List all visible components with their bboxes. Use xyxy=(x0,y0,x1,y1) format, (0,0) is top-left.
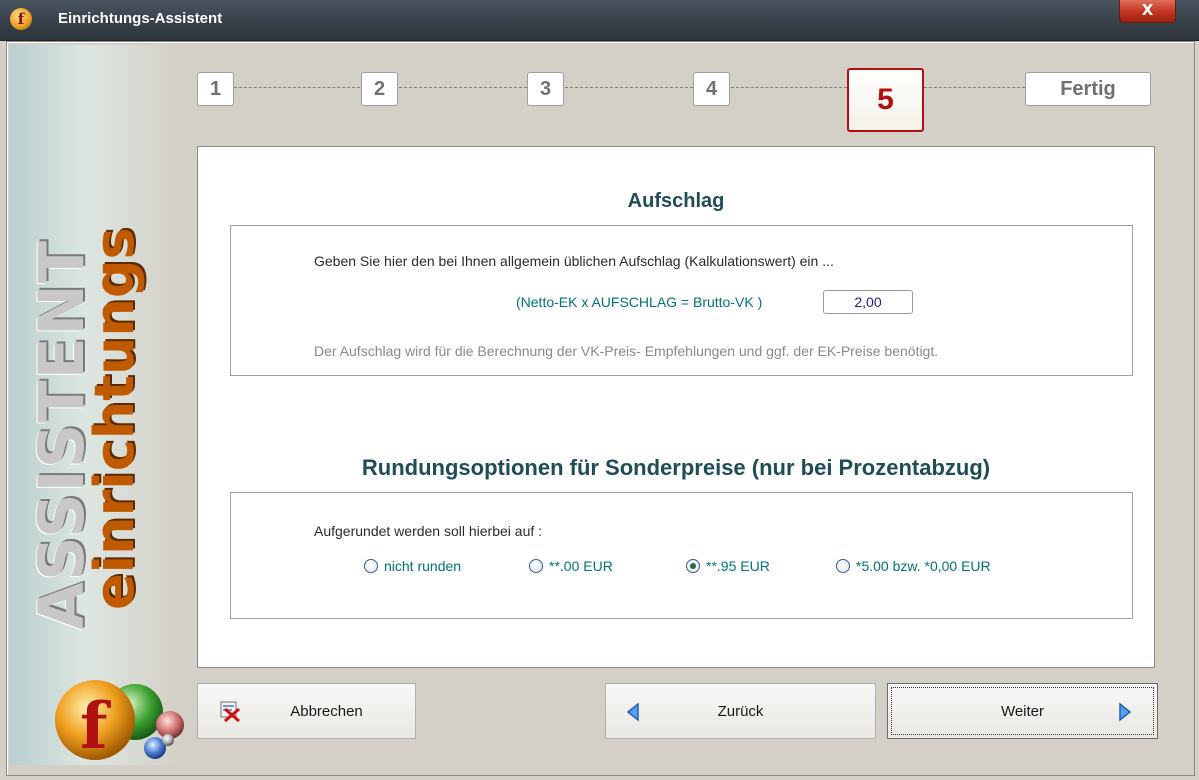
aufschlag-description: Geben Sie hier den bei Ihnen allgemein ü… xyxy=(314,253,834,269)
arrow-right-icon xyxy=(1119,702,1132,722)
rundung-group: Aufgerundet werden soll hierbei auf : ni… xyxy=(230,492,1133,619)
back-button[interactable]: Zurück xyxy=(605,683,876,739)
cancel-label: Abbrechen xyxy=(290,703,363,720)
title-bar: f Einrichtungs-Assistent X xyxy=(0,0,1199,41)
wizard-window: f Einrichtungs-Assistent X ASSISTENT ein… xyxy=(0,0,1199,776)
radio-95-eur[interactable]: **.95 EUR xyxy=(686,558,770,574)
radio-label: nicht runden xyxy=(384,558,462,574)
radio-nicht-runden[interactable]: nicht runden xyxy=(364,558,461,574)
radio-00-eur[interactable]: **.00 EUR xyxy=(529,558,613,574)
radio-circle-checked xyxy=(686,559,700,573)
radio-5-00-eur[interactable]: *5.00 bzw. *0,00 EUR xyxy=(836,558,991,574)
cancel-button[interactable]: Abbrechen xyxy=(197,683,416,739)
app-logo-icon: f xyxy=(55,680,184,764)
window-title: Einrichtungs-Assistent xyxy=(58,10,223,27)
step-finish: Fertig xyxy=(1025,72,1151,106)
aufschlag-heading: Aufschlag xyxy=(627,190,725,212)
svg-text:f: f xyxy=(80,689,111,764)
banner-word-einrichtungs: einrichtungs xyxy=(83,227,146,610)
step-connector xyxy=(924,87,1025,88)
close-icon: X xyxy=(1141,1,1154,19)
step-2: 2 xyxy=(361,72,398,106)
aufschlag-note: Der Aufschlag wird für die Berechnung de… xyxy=(314,343,939,359)
rundung-prompt: Aufgerundet werden soll hierbei auf : xyxy=(314,523,543,539)
radio-label: **.95 EUR xyxy=(706,558,770,574)
rundung-heading: Rundungsoptionen für Sonderpreise (nur b… xyxy=(361,455,991,480)
step-connector xyxy=(731,87,847,88)
next-button[interactable]: Weiter xyxy=(887,683,1158,739)
step-4: 4 xyxy=(693,72,730,106)
step-connector xyxy=(399,87,527,88)
aufschlag-input[interactable] xyxy=(823,290,913,314)
step-connector xyxy=(565,87,693,88)
aufschlag-group: Geben Sie hier den bei Ihnen allgemein ü… xyxy=(230,225,1133,376)
step-connector xyxy=(234,87,360,88)
close-button[interactable]: X xyxy=(1119,0,1176,23)
step-3: 3 xyxy=(527,72,564,106)
step-1: 1 xyxy=(197,72,234,106)
content-panel: Aufschlag Geben Sie hier den bei Ihnen a… xyxy=(197,146,1155,668)
side-banner-text: ASSISTENT einrichtungs xyxy=(25,150,146,710)
radio-label: *5.00 bzw. *0,00 EUR xyxy=(856,558,991,574)
step-5-current: 5 xyxy=(847,68,924,132)
next-label: Weiter xyxy=(1000,703,1045,720)
radio-circle xyxy=(529,559,543,573)
aufschlag-formula: (Netto-EK x AUFSCHLAG = Brutto-VK ) xyxy=(516,294,763,310)
radio-circle xyxy=(364,559,378,573)
back-label: Zurück xyxy=(717,703,764,720)
radio-label: **.00 EUR xyxy=(549,558,613,574)
radio-circle xyxy=(836,559,850,573)
app-icon: f xyxy=(10,8,32,30)
side-banner: ASSISTENT einrichtungs f xyxy=(10,45,184,765)
